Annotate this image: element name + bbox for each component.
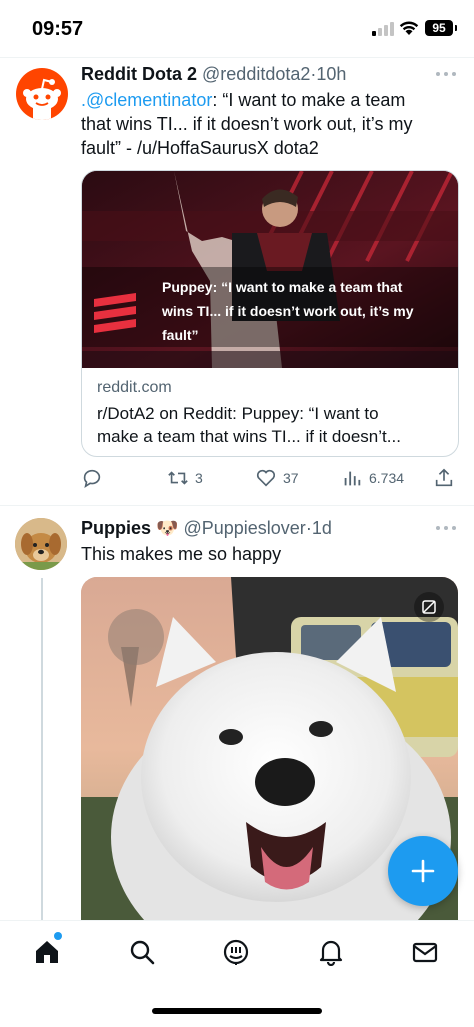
- more-options-icon[interactable]: [436, 526, 456, 532]
- tweet-actions: 3 37 6.734: [81, 466, 461, 490]
- nav-messages[interactable]: [408, 935, 442, 969]
- reply-button[interactable]: [81, 466, 109, 490]
- grok-icon: [223, 939, 249, 965]
- home-indicator[interactable]: [152, 1008, 322, 1014]
- card-overlay-caption: Puppey: “I want to make a team that wins…: [162, 279, 414, 343]
- share-icon: [435, 468, 453, 487]
- tweet-time: 10h: [316, 64, 347, 84]
- avatar[interactable]: [15, 518, 67, 570]
- top-divider: [0, 57, 474, 58]
- puppy-emoji: 🐶: [156, 518, 179, 538]
- tweet-time: 1d: [311, 518, 332, 538]
- cellular-signal-icon: [372, 22, 394, 36]
- image-options-icon[interactable]: [414, 592, 444, 622]
- link-card[interactable]: Puppey: “I want to make a team that wins…: [81, 170, 459, 457]
- tweet-text: This makes me so happy: [81, 544, 282, 564]
- nav-notifications[interactable]: [314, 935, 348, 969]
- puppy-avatar-image: [15, 518, 67, 570]
- reddit-logo-icon: [23, 78, 61, 120]
- tweet-text: .@clementinator: “I want to make a team …: [81, 90, 413, 158]
- card-image: Puppey: “I want to make a team that wins…: [82, 171, 458, 368]
- battery-indicator: 95: [425, 20, 457, 36]
- bell-icon: [319, 940, 343, 966]
- reply-icon: [83, 469, 101, 489]
- views-chart-icon: [344, 471, 361, 486]
- tweet-header: Reddit Dota 2 @redditdota2·10h: [81, 64, 347, 84]
- retweet-icon: [168, 471, 188, 485]
- display-name[interactable]: Puppies: [81, 518, 151, 538]
- tweet-header: Puppies 🐶 @Puppieslover·1d: [81, 518, 332, 538]
- nav-grok[interactable]: [219, 935, 253, 969]
- plus-icon: [411, 859, 435, 883]
- display-name[interactable]: Reddit Dota 2: [81, 64, 197, 84]
- wifi-icon: [399, 21, 419, 35]
- more-options-icon[interactable]: [436, 72, 456, 78]
- user-handle[interactable]: @redditdota2: [202, 64, 310, 84]
- thread-line: [41, 578, 43, 920]
- tweet-divider: [0, 505, 474, 506]
- share-button[interactable]: [433, 466, 461, 490]
- new-content-dot: [54, 932, 62, 940]
- status-time: 09:57: [32, 18, 84, 40]
- mail-icon: [412, 942, 438, 963]
- home-icon: [36, 941, 58, 963]
- like-button[interactable]: 37: [255, 466, 299, 490]
- mention-link[interactable]: .@clementinator: [81, 90, 212, 110]
- compose-button[interactable]: [388, 836, 458, 906]
- views-button[interactable]: 6.734: [341, 466, 404, 490]
- avatar[interactable]: [16, 68, 68, 120]
- retweet-button[interactable]: 3: [167, 466, 203, 490]
- nav-home[interactable]: [30, 935, 64, 969]
- card-domain: reddit.com: [97, 379, 172, 396]
- card-title: r/DotA2 on Reddit: Puppey: “I want to ma…: [97, 404, 401, 446]
- search-icon: [130, 940, 155, 965]
- heart-icon: [256, 469, 276, 487]
- status-bar: 09:57 95: [0, 0, 474, 58]
- nav-search[interactable]: [125, 935, 159, 969]
- user-handle[interactable]: @Puppieslover: [183, 518, 305, 538]
